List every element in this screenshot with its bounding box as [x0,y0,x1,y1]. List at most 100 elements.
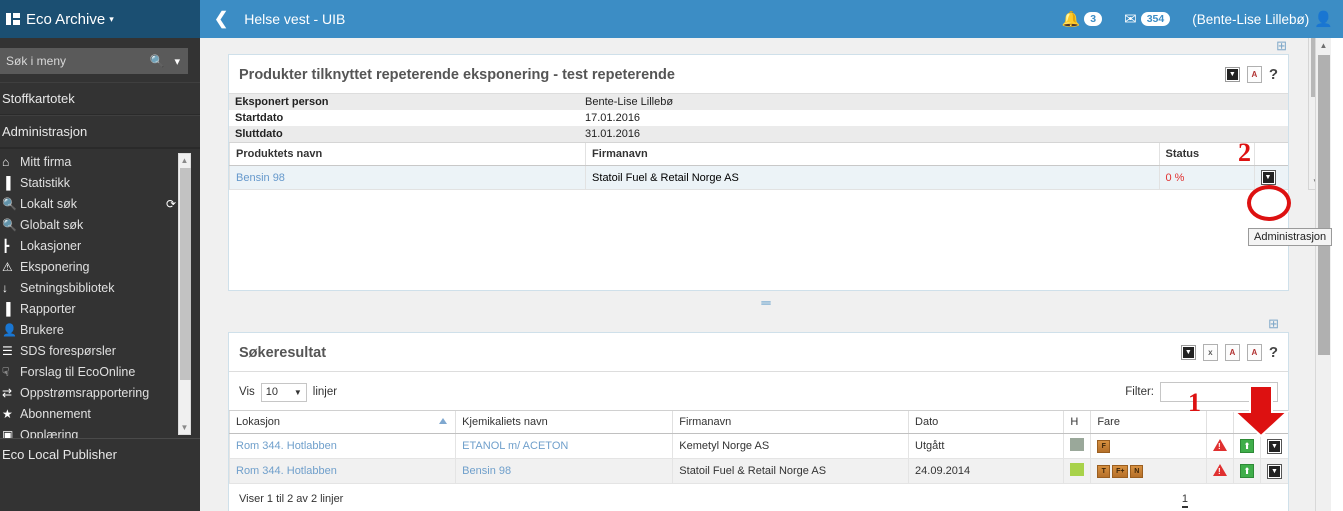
sidebar-item-globalt-s-k[interactable]: 🔍 Globalt søk [0,214,200,235]
sidebar-item-stoffkartotek[interactable]: Stoffkartotek [0,82,200,115]
sidebar-item-statistikk[interactable]: ▐ Statistikk [0,172,200,193]
chevron-down-icon[interactable]: ▾ [174,55,180,68]
panel1-expand-row: ⊞ [200,38,1331,54]
panel1-pdf-export-tool[interactable]: A [1246,66,1262,83]
kjemikalie-cell: ETANOL m/ ACETON [455,433,673,459]
bell-icon: 🔔 [1061,11,1081,28]
panel1-resize-handle[interactable]: ═ [200,291,1331,316]
list-icon: ☰ [2,343,13,358]
sidebar-item-eksponering[interactable]: ⚠ Eksponering [0,256,200,277]
col-firmanavn[interactable]: Firmanavn [672,410,909,434]
menu-search-placeholder: Søk i meny [6,54,67,68]
sidebar-scrollbar[interactable]: ▲ ▼ [178,153,191,435]
upload-cell: ⬆ [1232,458,1261,484]
sidebar-item-mitt-firma[interactable]: ⌂ Mitt firma [0,151,200,172]
lokasjon-link[interactable]: Rom 344. Hotlabben [236,465,337,477]
sidebar-item-brukere[interactable]: 👤 Brukere [0,319,200,340]
user-menu[interactable]: (Bente-Lise Lillebø) 👤 [1192,10,1333,28]
search-icon[interactable]: 🔍 [150,54,165,68]
sidebar-item-oppl-ring[interactable]: ▣ Opplæring [0,424,200,439]
page-1-button[interactable]: 1 [1181,493,1188,508]
exchange-icon: ⇄ [2,385,13,400]
expand-panel-icon[interactable]: ⊞ [1276,39,1287,52]
panel2-pdf-export-tool-2[interactable]: A [1246,344,1262,361]
col-lokasjon-label: Lokasjon [236,416,281,428]
menu-search-box[interactable]: Søk i meny 🔍 ▾ [0,48,188,74]
administrasjon-dropdown-button[interactable]: ▼ [1260,170,1276,185]
firmanavn-cell: Kemetyl Norge AS [672,433,909,459]
sidebar-collapse-icon[interactable]: ❮ [200,9,244,29]
col-kjemikaliets-navn[interactable]: Kjemikaliets navn [455,410,673,434]
bar-chart-icon: ▐ [2,301,11,316]
row-dropdown-button[interactable]: ▼ [1266,438,1282,454]
col-h[interactable]: H [1063,410,1091,434]
results-table: Lokasjon Kjemikaliets navn Firmanavn Dat… [228,410,1288,484]
product-link[interactable]: Bensin 98 [236,172,285,184]
sidebar-item-label: Rapporter [20,301,76,316]
panel2-help-tool[interactable]: ? [1269,344,1278,361]
scroll-up-icon[interactable]: ▲ [1316,38,1331,54]
sidebar-item-rapporter[interactable]: ▐ Rapporter [0,298,200,319]
firmanavn-cell: Statoil Fuel & Retail Norge AS [672,458,909,484]
sidebar-filler [0,470,200,511]
col-firmanavn[interactable]: Firmanavn [585,142,1159,166]
col-dato[interactable]: Dato [908,410,1064,434]
messages-count: 354 [1140,12,1171,26]
sidebar-item-lokalt-s-k[interactable]: 🔍 Lokalt søk ⟳ [0,193,200,214]
warning-triangle-icon[interactable] [1212,463,1227,476]
brand-logo[interactable]: Eco Archive ▾ [0,0,200,38]
table-row: Rom 344. Hotlabben ETANOL m/ ACETON Kemety… [228,433,1288,459]
lokasjon-link[interactable]: Rom 344. Hotlabben [236,440,337,452]
sidebar-item-forslag-til-ecoonline[interactable]: ☟ Forslag til EcoOnline [0,361,200,382]
panel1-help-tool[interactable]: ? [1269,66,1278,83]
scrollbar-thumb[interactable] [180,168,191,380]
panel1-header: Produkter tilknyttet repeterende ekspone… [229,55,1288,94]
fare-cell: T F+ N [1090,458,1207,484]
sidebar-item-label: Eksponering [20,259,90,274]
panel2-excel-export-tool[interactable]: x [1202,344,1218,361]
sidebar-item-oppstr-msrapportering[interactable]: ⇄ Oppstrømsrapportering [0,382,200,403]
sort-ascending-icon [439,418,448,424]
info-key: Eksponert person [229,94,579,110]
row-dropdown-button[interactable]: ▼ [1266,463,1282,479]
results-controls: Vis 10 ▼ linjer Filter: [229,372,1288,410]
panel1-dropdown-tool[interactable]: ▼ [1224,67,1240,82]
fare-cell: F [1090,433,1207,459]
content-scrollbar[interactable]: ▲ [1315,38,1331,511]
rows-per-page-select[interactable]: 10 ▼ [260,382,307,402]
messages-button[interactable]: ✉ 354 [1124,10,1171,28]
sidebar-item-lokasjoner[interactable]: ┣ Lokasjoner [0,235,200,256]
scrollbar-thumb[interactable] [1318,55,1330,355]
panel2-dropdown-tool[interactable]: ▼ [1180,345,1196,360]
arrow-up-icon[interactable]: ⬆ [1239,439,1254,453]
expand-panel-icon-2[interactable]: ⊞ [1268,317,1279,330]
annotation-marker-2: 2 [1238,138,1251,167]
sidebar-item-setningsbibliotek[interactable]: ↓ Setningsbibliotek [0,277,200,298]
col-lokasjon[interactable]: Lokasjon [228,410,456,434]
user-icon: 👤 [1314,11,1333,28]
hand-icon: ☟ [2,364,10,379]
chevron-down-icon[interactable]: ▾ [109,14,114,25]
hazard-symbol-icon: F [1097,440,1111,453]
grid-icon [6,13,20,25]
sidebar-item-eco-local-publisher[interactable]: Eco Local Publisher [0,438,200,470]
menu-search-container: Søk i meny 🔍 ▾ [0,38,200,82]
lokasjon-cell: Rom 344. Hotlabben [228,458,456,484]
kjemikalie-link[interactable]: ETANOL m/ ACETON [462,440,568,452]
sidebar-item-abonnement[interactable]: ★ Abonnement [0,403,200,424]
panel2-pdf-export-tool[interactable]: A [1224,344,1240,361]
sidebar-nav-scroll: ⌂ Mitt firma ▐ Statistikk 🔍 Lokalt søk ⟳ 🔍 Globa… [0,148,200,438]
refresh-icon[interactable]: ⟳ [166,197,176,211]
kjemikalie-link[interactable]: Bensin 98 [462,465,511,477]
panel1-toolbar: ▼ A ? [1224,66,1278,83]
notifications-button[interactable]: 🔔 3 [1061,10,1103,28]
arrow-up-icon[interactable]: ⬆ [1239,464,1254,478]
sidebar-section-administrasjon[interactable]: Administrasjon [0,115,200,148]
sidebar-item-label: Forslag til EcoOnline [20,364,136,379]
scroll-up-icon[interactable]: ▲ [179,154,190,167]
warning-triangle-icon[interactable] [1212,438,1227,451]
info-row: Eksponert person Bente-Lise Lillebø [229,94,1288,110]
col-produktets-navn[interactable]: Produktets navn [228,142,586,166]
scroll-down-icon[interactable]: ▼ [179,421,190,434]
sidebar-item-sds-foresp-rsler[interactable]: ☰ SDS forespørsler [0,340,200,361]
